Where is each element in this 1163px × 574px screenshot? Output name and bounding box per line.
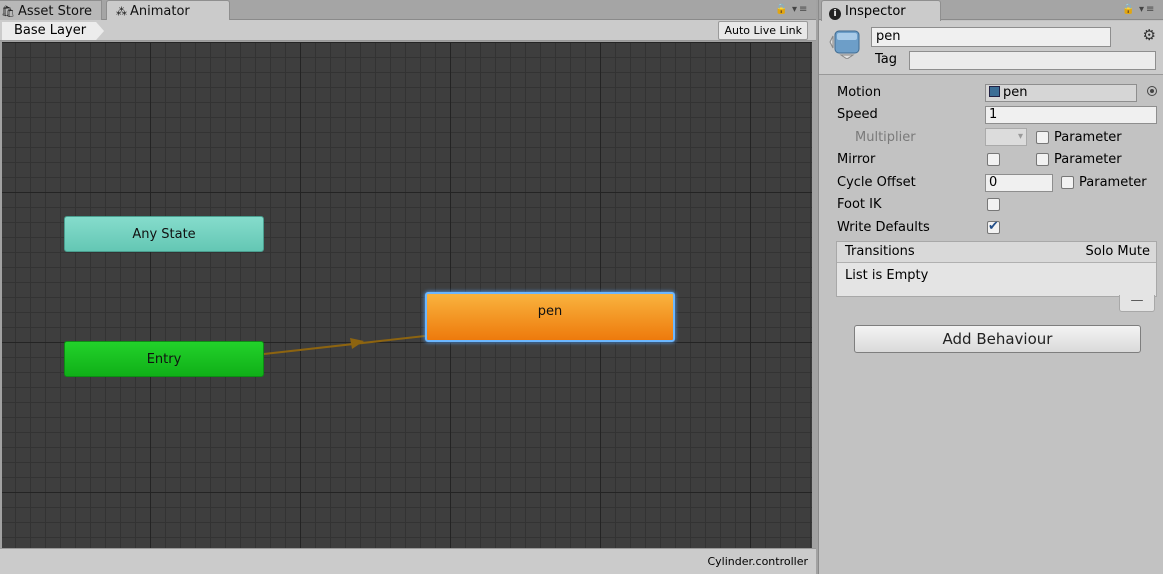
transition-arrow[interactable] [2,42,812,548]
transitions-header: Transitions Solo Mute [837,242,1156,263]
animator-icon: ⁂ [116,5,127,18]
animator-tab-bar: 🛍 Asset Store ⁂ Animator 🔒 ▾≡ [0,0,816,21]
animator-window: 🛍 Asset Store ⁂ Animator 🔒 ▾≡ Base Layer A… [0,0,816,574]
motion-field[interactable]: pen [985,84,1137,102]
mirror-label: Mirror [837,152,876,167]
lock-icon[interactable]: 🔒 [1122,4,1136,15]
list-empty-text: List is Empty [845,268,929,283]
info-icon: i [829,8,841,20]
motion-label: Motion [837,85,882,100]
tab-menu-icon[interactable]: ▾≡ [1139,4,1156,15]
animation-clip-icon [989,86,1000,97]
mirror-parameter-checkbox[interactable] [1036,153,1049,166]
asset-store-icon: 🛍 [1,5,15,18]
cycle-offset-parameter-label: Parameter [1079,175,1147,190]
lock-icon[interactable]: 🔒 [775,4,789,15]
cycle-offset-parameter-checkbox[interactable] [1061,176,1074,189]
state-pen[interactable]: pen [425,292,675,342]
tag-field[interactable] [909,51,1156,70]
inspector-tab-bar: i Inspector 🔒 ▾≡ [819,0,1163,21]
object-picker-icon[interactable] [1147,86,1157,96]
mirror-parameter-label: Parameter [1054,152,1122,167]
animator-status-bar: Cylinder.controller [0,548,816,574]
auto-live-link-button[interactable]: Auto Live Link [718,21,808,40]
multiplier-label: Multiplier [855,130,916,145]
write-defaults-label: Write Defaults [837,220,930,235]
multiplier-parameter-checkbox[interactable] [1036,131,1049,144]
write-defaults-checkbox[interactable] [987,219,1000,234]
speed-field[interactable]: 1 [985,106,1157,124]
transitions-list: Transitions Solo Mute List is Empty [836,241,1157,297]
inspector-window: i Inspector 🔒 ▾≡ pen ⚙ Tag Motion pen Spe… [818,0,1163,574]
tab-asset-store[interactable]: 🛍 Asset Store [0,0,102,21]
solo-mute-header: Solo Mute [1085,244,1150,259]
tag-label: Tag [875,52,898,67]
tab-inspector[interactable]: i Inspector [821,0,941,21]
breadcrumb-base-layer[interactable]: Base Layer [2,22,104,40]
foot-ik-checkbox[interactable] [987,198,1000,211]
cycle-offset-field[interactable]: 0 [985,174,1053,192]
controller-filename: Cylinder.controller [707,555,808,568]
tab-menu-icon[interactable]: ▾≡ [792,4,809,15]
transitions-title: Transitions [845,244,915,259]
animator-state-icon [829,30,860,59]
remove-transition-button[interactable]: — [1119,294,1155,312]
inspector-header: pen ⚙ Tag [819,21,1163,75]
multiplier-parameter-label: Parameter [1054,130,1122,145]
tab-animator[interactable]: ⁂ Animator [106,0,230,21]
state-entry[interactable]: Entry [64,341,264,377]
cycle-offset-label: Cycle Offset [837,175,916,190]
state-machine-graph[interactable]: Any State Entry pen [2,42,812,548]
speed-label: Speed [837,107,878,122]
state-any-state[interactable]: Any State [64,216,264,252]
animator-toolbar: Base Layer Auto Live Link [0,20,816,41]
gear-icon[interactable]: ⚙ [1143,26,1156,44]
add-behaviour-button[interactable]: Add Behaviour [854,325,1141,353]
foot-ik-label: Foot IK [837,197,882,212]
mirror-checkbox[interactable] [987,153,1000,166]
multiplier-dropdown[interactable] [985,128,1027,146]
state-name-field[interactable]: pen [871,27,1111,47]
